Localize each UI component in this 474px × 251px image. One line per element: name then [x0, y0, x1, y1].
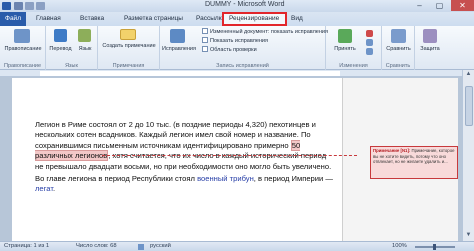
language-icon — [78, 29, 91, 42]
group-proofing: Правописание Правописание — [0, 26, 46, 70]
ruler-page-area — [40, 71, 340, 76]
paragraph-1-start: Легион в Риме состоял от 2 до 10 тыс. (в… — [35, 120, 316, 150]
proofing-status-icon[interactable] — [138, 244, 144, 250]
tab-insert[interactable]: Вставка — [80, 15, 104, 22]
status-zoom[interactable]: 100% — [392, 243, 407, 249]
status-word-count[interactable]: Число слов: 68 — [76, 243, 117, 249]
horizontal-ruler[interactable] — [0, 70, 474, 77]
paragraph-2: Во главе легиона в период Республики сто… — [35, 174, 335, 195]
tab-file[interactable]: Файл — [0, 12, 26, 26]
tab-mailings[interactable]: Рассылки — [196, 15, 225, 22]
comment-connector-line — [102, 155, 357, 156]
group-label-comments: Примечания — [112, 63, 145, 69]
compare-button[interactable]: Сравнить — [382, 46, 415, 52]
ribbon-tabs: Файл Главная Вставка Разметка страницы Р… — [0, 12, 474, 26]
group-changes: Принять Изменения — [326, 26, 382, 70]
paragraph-1: Легион в Риме состоял от 2 до 10 тыс. (в… — [35, 120, 335, 172]
link-military-tribune[interactable]: военный трибун — [197, 174, 254, 183]
group-language: Перевод Язык Язык — [46, 26, 98, 70]
review-pane-dropdown[interactable]: Область проверки — [202, 46, 257, 53]
track-changes-button[interactable]: Исправления — [160, 46, 198, 52]
tab-home[interactable]: Главная — [36, 15, 61, 22]
paragraph-2-end: . — [52, 184, 56, 194]
spelling-button[interactable]: Правописание — [1, 46, 45, 52]
redo-icon[interactable] — [36, 2, 45, 10]
comment-balloon[interactable]: Примечание [N1]: Примечание, которое вы … — [370, 146, 458, 179]
tab-page-layout[interactable]: Разметка страницы — [124, 15, 183, 22]
undo-icon[interactable] — [25, 2, 34, 10]
scroll-down-icon[interactable]: ▼ — [463, 232, 474, 238]
spellcheck-icon — [14, 29, 30, 43]
group-protect: Защита — [415, 26, 445, 70]
document-text[interactable]: Легион в Риме состоял от 2 до 10 тыс. (в… — [35, 120, 335, 197]
link-legate[interactable]: легат — [35, 184, 53, 193]
paragraph-2-start: Во главе легиона в период Республики сто… — [35, 174, 198, 184]
window-title: DUMMY - Microsoft Word — [205, 1, 285, 8]
document-page[interactable]: Легион в Риме состоял от 2 до 10 тыс. (в… — [12, 78, 458, 241]
tab-view[interactable]: Вид — [291, 15, 303, 22]
translate-button[interactable]: Перевод — [47, 46, 74, 52]
zoom-slider-knob[interactable] — [433, 244, 436, 250]
markup-pane: Примечание [N1]: Примечание, которое вы … — [342, 78, 458, 241]
new-comment-button[interactable]: Создать примечание — [100, 43, 158, 49]
group-label-proofing: Правописание — [3, 63, 42, 69]
markup-display-dropdown[interactable]: Измененный документ: показать исправлени… — [202, 28, 328, 35]
show-markup-icon — [202, 37, 208, 43]
review-pane-label: Область проверки — [210, 47, 257, 53]
show-markup-dropdown[interactable]: Показать исправления — [202, 37, 268, 44]
vertical-scrollbar[interactable]: ▲ ▼ — [462, 70, 474, 241]
status-page[interactable]: Страница: 1 из 1 — [4, 243, 49, 249]
protect-button[interactable]: Защита — [415, 46, 445, 52]
track-changes-icon — [170, 29, 185, 43]
tab-review[interactable]: Рецензирование — [229, 15, 279, 22]
document-area: Легион в Риме состоял от 2 до 10 тыс. (в… — [0, 78, 462, 241]
ribbon: Правописание Правописание Перевод Язык Я… — [0, 26, 474, 70]
maximize-button[interactable]: ▢ — [430, 0, 449, 11]
markup-display-label: Измененный документ: показать исправлени… — [210, 29, 328, 35]
group-label-compare: Сравнить — [385, 63, 411, 69]
status-language[interactable]: русский — [150, 243, 171, 249]
title-bar: DUMMY - Microsoft Word ‒ ▢ ✕ — [0, 0, 474, 12]
save-icon[interactable] — [14, 2, 23, 10]
accept-icon — [338, 29, 352, 43]
scrollbar-thumb[interactable] — [465, 86, 473, 126]
status-bar: Страница: 1 из 1 Число слов: 68 русский … — [0, 241, 474, 251]
language-button[interactable]: Язык — [73, 46, 97, 52]
previous-change-icon[interactable] — [366, 39, 373, 46]
group-compare: Сравнить Сравнить — [382, 26, 415, 70]
group-label-tracking: Запись исправлений — [216, 63, 269, 69]
group-tracking: Исправления Измененный документ: показат… — [160, 26, 328, 70]
show-markup-label: Показать исправления — [210, 38, 268, 44]
word-logo-icon[interactable] — [2, 2, 11, 10]
close-button[interactable]: ✕ — [451, 0, 474, 11]
markup-display-icon — [202, 28, 208, 34]
next-change-icon[interactable] — [366, 48, 373, 55]
compare-icon — [391, 29, 406, 43]
group-label-language: Язык — [65, 63, 78, 69]
new-comment-icon — [120, 29, 136, 40]
reject-icon[interactable] — [366, 30, 373, 37]
paragraph-2-mid: , в период Империи — — [253, 174, 333, 184]
protect-icon — [423, 29, 437, 43]
accept-button[interactable]: Принять — [328, 46, 362, 52]
comment-heading: Примечание [N1]: — [373, 148, 411, 153]
translate-icon — [54, 29, 67, 42]
group-comments: Создать примечание Примечания — [98, 26, 160, 70]
scroll-up-icon[interactable]: ▲ — [463, 71, 474, 77]
group-label-changes: Изменения — [339, 63, 368, 69]
minimize-button[interactable]: ‒ — [410, 0, 429, 11]
review-pane-icon — [202, 46, 208, 52]
